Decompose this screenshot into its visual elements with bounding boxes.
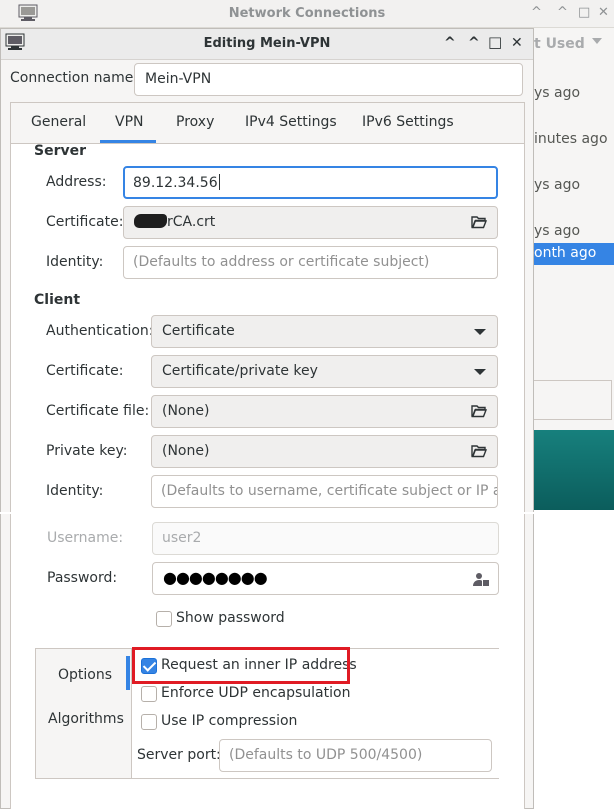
sidebar-item-options[interactable]: Options [58,667,112,683]
server-certificate-file-button[interactable]: rCA.crt [123,206,498,239]
seam [0,512,534,514]
bg-maximize-icon[interactable]: □ [578,5,590,20]
bg-titlebar: Network Connections ^ ^ □ ✕ [0,0,614,28]
server-heading: Server [34,143,87,159]
ip-compression-label: Use IP compression [161,713,298,729]
last-used-column-header[interactable]: t Used [534,36,614,52]
bg-window-title: Network Connections [228,6,386,21]
authentication-label: Authentication: [46,323,154,339]
folder-open-icon [471,404,488,422]
client-heading: Client [34,292,81,308]
folder-open-icon [471,215,488,233]
restore-icon[interactable]: ^ [468,35,480,51]
show-password-label: Show password [176,610,285,626]
bg-restore-icon[interactable]: ^ [557,5,568,20]
folder-open-icon [471,444,488,462]
show-password-checkbox[interactable] [156,611,172,627]
password-input[interactable]: ●●●●●●●● [152,562,499,595]
tab-ipv6-settings[interactable]: IPv6 Settings [362,114,454,130]
tab-general[interactable]: General [31,114,86,130]
client-certificate-label: Certificate: [46,363,124,379]
username-input[interactable]: user2 [152,522,499,555]
bg-button-area [534,380,612,420]
client-identity-input[interactable]: (Defaults to username, certificate subje… [151,475,498,508]
list-item[interactable]: inutes ago [534,131,614,153]
connection-name-label: Connection name [10,70,134,86]
dropdown-arrow-icon [474,329,486,335]
text-caret [218,174,220,190]
bg-close-icon[interactable]: ✕ [598,5,609,20]
address-input[interactable]: 89.12.34.56 [123,166,498,199]
username-label: Username: [47,530,124,546]
sort-arrow-icon [592,38,602,44]
desktop-background [534,430,614,510]
annotation-highlight-box [132,647,350,684]
close-icon[interactable]: ✕ [511,35,523,51]
maximize-icon[interactable]: □ [488,33,502,51]
enforce-udp-checkbox[interactable] [141,686,157,702]
private-key-file-button[interactable]: (None) [151,435,498,468]
list-item-selected[interactable]: onth ago [534,243,614,265]
server-port-label: Server port: [137,747,221,763]
server-certificate-label: Certificate: [46,214,124,230]
enforce-udp-label: Enforce UDP encapsulation [161,685,351,701]
tab-ipv4-settings[interactable]: IPv4 Settings [245,114,337,130]
tab-vpn[interactable]: VPN [115,114,144,130]
certificate-file-label: Certificate file: [46,403,150,419]
user-password-icon[interactable] [472,570,490,592]
redacted-text [134,214,167,228]
minimize-icon[interactable]: ^ [444,35,456,51]
dropdown-arrow-icon [474,369,486,375]
ip-compression-checkbox[interactable] [141,714,157,730]
tab-bar: General VPN Proxy IPv4 Settings IPv6 Set… [11,103,524,144]
list-item[interactable]: ys ago [534,177,614,199]
connection-name-input[interactable]: Mein-VPN [134,63,523,96]
client-identity-label: Identity: [46,483,104,499]
private-key-label: Private key: [46,443,128,459]
tab-proxy[interactable]: Proxy [176,114,214,130]
server-identity-label: Identity: [46,254,104,270]
list-item[interactable]: ys ago [534,85,614,107]
password-label: Password: [47,570,118,586]
sidebar-item-algorithms[interactable]: Algorithms [48,711,124,727]
client-certificate-dropdown[interactable]: Certificate/private key [151,355,498,388]
address-label: Address: [46,174,107,190]
certificate-file-button[interactable]: (None) [151,395,498,428]
active-tab-indicator [100,140,156,143]
bg-minimize-icon[interactable]: ^ [531,5,542,20]
list-item[interactable]: ys ago [534,223,614,245]
server-port-input[interactable]: (Defaults to UDP 500/4500) [219,739,492,772]
dialog-titlebar: Editing Mein-VPN ^ ^ □ ✕ [1,29,533,60]
selected-item-indicator [126,656,130,690]
server-identity-input[interactable]: (Defaults to address or certificate subj… [123,246,498,279]
authentication-dropdown[interactable]: Certificate [151,315,498,348]
